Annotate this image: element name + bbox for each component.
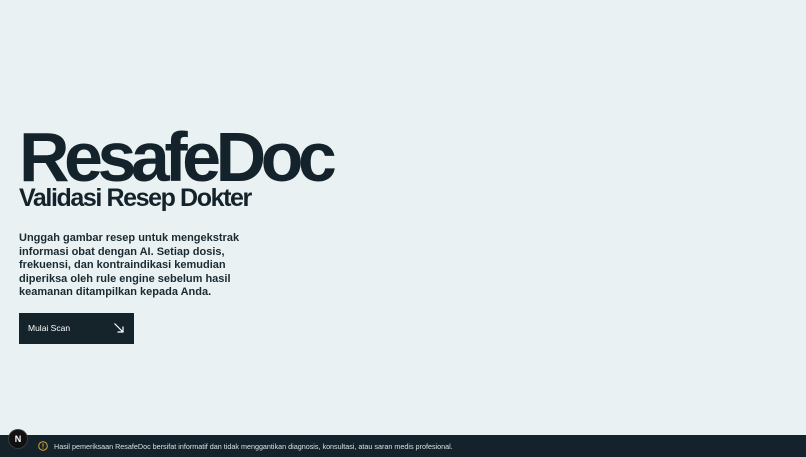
arrow-down-right-icon [113, 322, 125, 334]
start-scan-label: Mulai Scan [28, 323, 71, 333]
disclaimer-text: Hasil pemeriksaan ResafeDoc bersifat inf… [54, 441, 453, 451]
hero-section: ResafeDoc Validasi Resep Dokter Unggah g… [19, 118, 337, 344]
brand-title: ResafeDoc [19, 118, 337, 196]
hero-description: Unggah gambar resep untuk mengekstrak in… [19, 232, 240, 298]
start-scan-button[interactable]: Mulai Scan [19, 312, 134, 344]
disclaimer-bar: Hasil pemeriksaan ResafeDoc bersifat inf… [0, 435, 806, 457]
warning-circle-icon [38, 441, 48, 451]
dev-tools-badge[interactable]: N [9, 430, 27, 448]
